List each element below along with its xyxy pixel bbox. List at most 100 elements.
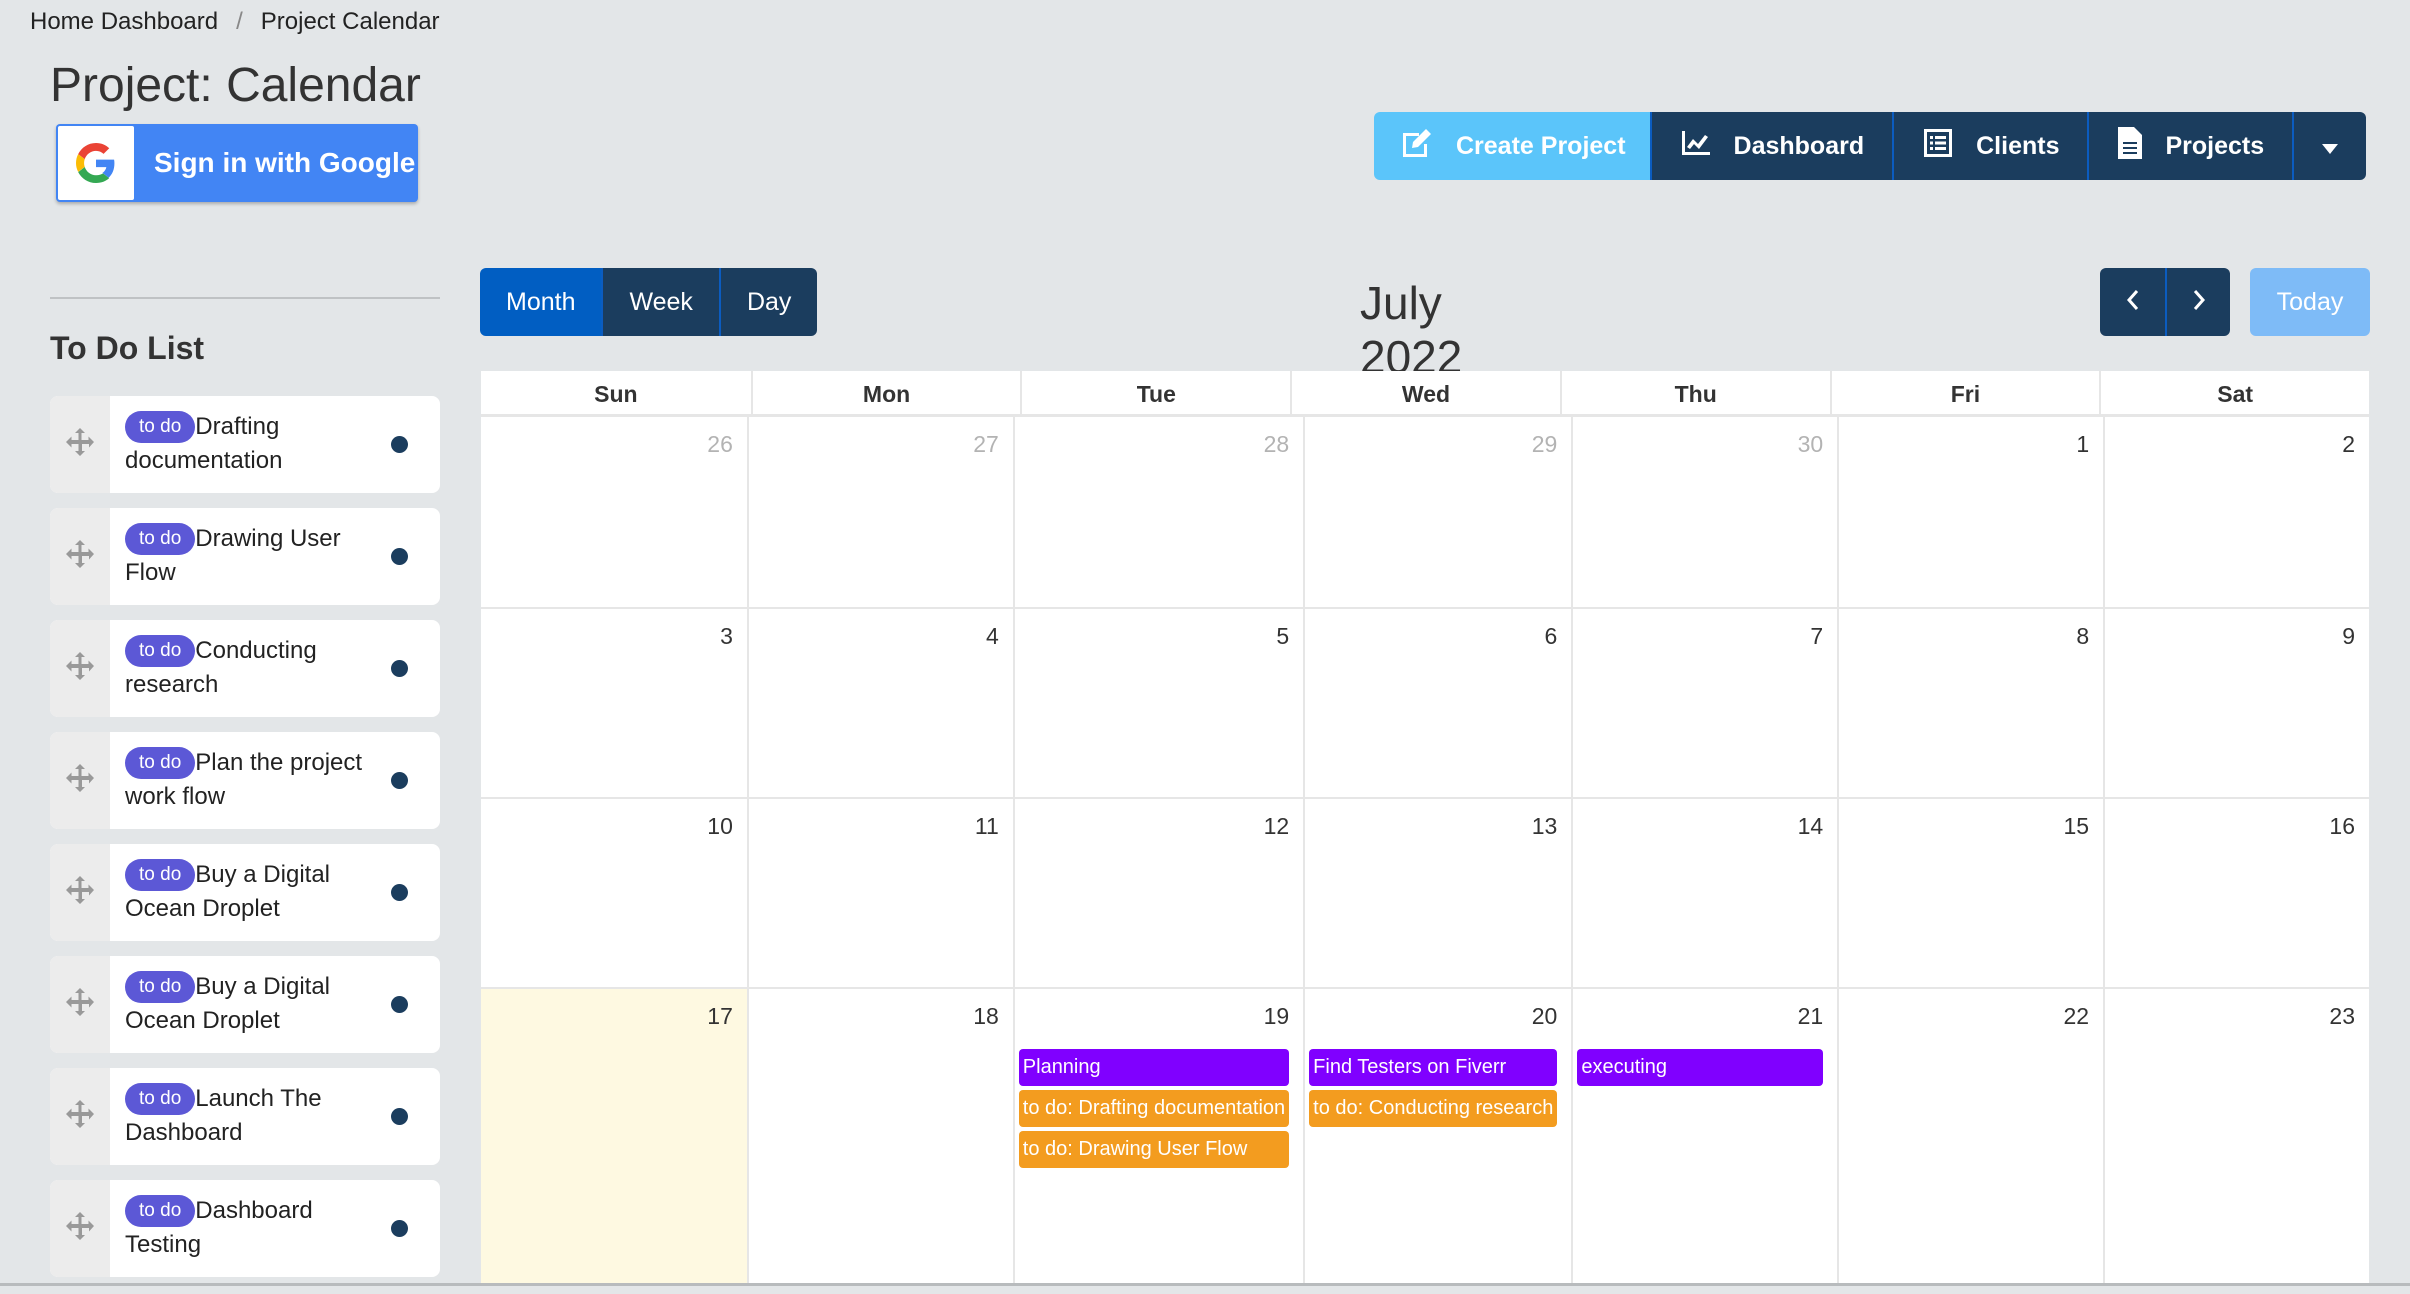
day-number[interactable]: 10 (485, 813, 733, 849)
drag-handle[interactable] (50, 620, 110, 717)
list-icon (1922, 128, 1954, 165)
day-cell[interactable]: 29 (1303, 417, 1571, 607)
day-number[interactable]: 14 (1577, 813, 1824, 849)
day-number[interactable]: 17 (485, 1003, 733, 1039)
move-arrows-icon (65, 875, 95, 910)
calendar-event-todo[interactable]: to do: Drafting documentation (1018, 1090, 1290, 1127)
day-number[interactable]: 12 (1019, 813, 1290, 849)
day-number[interactable]: 11 (753, 813, 999, 849)
day-number[interactable]: 5 (1019, 623, 1289, 659)
day-cell[interactable]: 4 (746, 607, 1013, 797)
day-cell[interactable]: 13 (1303, 797, 1572, 987)
day-number[interactable]: 7 (1577, 623, 1823, 659)
day-number[interactable]: 22 (1843, 1003, 2090, 1039)
day-cell[interactable]: 22 (1837, 987, 2104, 1284)
dashboard-button[interactable]: Dashboard (1649, 112, 1893, 180)
day-cell[interactable]: 16 (2103, 797, 2369, 987)
move-arrows-icon (65, 1211, 95, 1246)
clients-button[interactable]: Clients (1892, 112, 2088, 180)
projects-button[interactable]: Projects (2087, 112, 2293, 180)
day-cell[interactable]: 2 (2103, 417, 2369, 607)
day-number[interactable]: 29 (1309, 431, 1558, 467)
top-nav: Create Project Dashboard Clients Project… (1374, 112, 2367, 180)
day-cell[interactable]: 3 (481, 607, 747, 797)
day-cell[interactable]: 12 (1012, 797, 1304, 987)
drag-handle[interactable] (50, 1180, 110, 1277)
day-cell[interactable]: 18 (746, 987, 1013, 1284)
day-number[interactable]: 3 (485, 623, 733, 659)
day-cell[interactable]: 21 executing (1571, 987, 1838, 1284)
create-project-button[interactable]: Create Project (1374, 112, 1650, 180)
day-number[interactable]: 19 (1019, 1003, 1290, 1039)
drag-handle[interactable] (50, 1068, 110, 1165)
prev-month-button[interactable] (2100, 268, 2165, 336)
calendar-event-project[interactable]: Planning (1018, 1049, 1290, 1086)
day-number[interactable]: 26 (485, 431, 733, 467)
day-number[interactable]: 1 (1843, 431, 2089, 467)
day-cell[interactable]: 28 (1012, 417, 1303, 607)
todo-item[interactable]: to do Dashboard Testing (50, 1180, 440, 1277)
todo-list: to do Drafting documentation to do Drawing … (50, 396, 440, 1292)
todo-item[interactable]: to do Plan the project work flow (50, 732, 440, 829)
weekday-label: Fri (1829, 371, 2100, 417)
day-cell[interactable]: 8 (1837, 607, 2104, 797)
drag-handle[interactable] (50, 396, 110, 493)
calendar-event-project[interactable]: executing (1577, 1049, 1824, 1086)
todo-item[interactable]: to do Conducting research (50, 620, 440, 717)
day-number[interactable]: 16 (2109, 813, 2355, 849)
day-number[interactable]: 23 (2109, 1003, 2355, 1039)
todo-status-badge: to do (125, 747, 196, 779)
day-number[interactable]: 13 (1309, 813, 1558, 849)
day-number[interactable]: 21 (1577, 1003, 1824, 1039)
day-cell[interactable]: 11 (746, 797, 1013, 987)
day-number[interactable]: 18 (753, 1003, 999, 1039)
day-cell-today[interactable]: 17 (481, 987, 747, 1284)
day-cell[interactable]: 1 (1837, 417, 2103, 607)
next-month-button[interactable] (2165, 268, 2230, 336)
view-day-button[interactable]: Day (718, 268, 818, 336)
page-bottom-border (0, 1283, 2410, 1286)
day-cell[interactable]: 5 (1012, 607, 1304, 797)
day-number[interactable]: 27 (753, 431, 999, 467)
todo-item[interactable]: to do Launch The Dashboard (50, 1068, 440, 1165)
day-cell[interactable]: 10 (481, 797, 747, 987)
day-number[interactable]: 15 (1843, 813, 2090, 849)
todo-item[interactable]: to do Drafting documentation (50, 396, 440, 493)
day-number[interactable]: 9 (2109, 623, 2355, 659)
day-cell[interactable]: 26 (481, 417, 747, 607)
drag-handle[interactable] (50, 732, 110, 829)
day-cell[interactable]: 7 (1571, 607, 1838, 797)
day-cell[interactable]: 14 (1571, 797, 1838, 987)
move-arrows-icon (65, 539, 95, 574)
day-cell[interactable]: 15 (1837, 797, 2104, 987)
day-number[interactable]: 2 (2109, 431, 2355, 467)
day-cell[interactable]: 23 (2103, 987, 2369, 1284)
day-cell[interactable]: 6 (1303, 607, 1572, 797)
view-month-button[interactable]: Month (480, 268, 602, 336)
day-cell[interactable]: 30 (1571, 417, 1837, 607)
day-cell[interactable]: 9 (2103, 607, 2369, 797)
drag-handle[interactable] (50, 508, 110, 605)
drag-handle[interactable] (50, 956, 110, 1053)
todo-item[interactable]: to do Drawing User Flow (50, 508, 440, 605)
google-signin-button[interactable]: Sign in with Google (56, 124, 418, 202)
day-number[interactable]: 8 (1843, 623, 2089, 659)
day-number[interactable]: 28 (1019, 431, 1290, 467)
breadcrumb-home-link[interactable]: Home Dashboard (30, 8, 218, 36)
day-cell[interactable]: 27 (746, 417, 1013, 607)
todo-item[interactable]: to do Buy a Digital Ocean Droplet (50, 956, 440, 1053)
view-week-button[interactable]: Week (601, 268, 719, 336)
more-dropdown-button[interactable] (2292, 112, 2367, 180)
calendar-event-project[interactable]: Find Testers on Fiverr (1309, 1049, 1558, 1086)
day-cell[interactable]: 20 Find Testers on Fiverr to do: Conductin… (1303, 987, 1572, 1284)
today-button[interactable]: Today (2250, 268, 2370, 336)
calendar-event-todo[interactable]: to do: Drawing User Flow (1018, 1131, 1290, 1168)
day-number[interactable]: 20 (1309, 1003, 1558, 1039)
drag-handle[interactable] (50, 844, 110, 941)
day-cell[interactable]: 19 Planning to do: Drafting documentation t… (1012, 987, 1304, 1284)
day-number[interactable]: 30 (1577, 431, 1824, 467)
day-number[interactable]: 6 (1309, 623, 1558, 659)
calendar-event-todo[interactable]: to do: Conducting research (1309, 1090, 1558, 1127)
todo-item[interactable]: to do Buy a Digital Ocean Droplet (50, 844, 440, 941)
day-number[interactable]: 4 (753, 623, 999, 659)
